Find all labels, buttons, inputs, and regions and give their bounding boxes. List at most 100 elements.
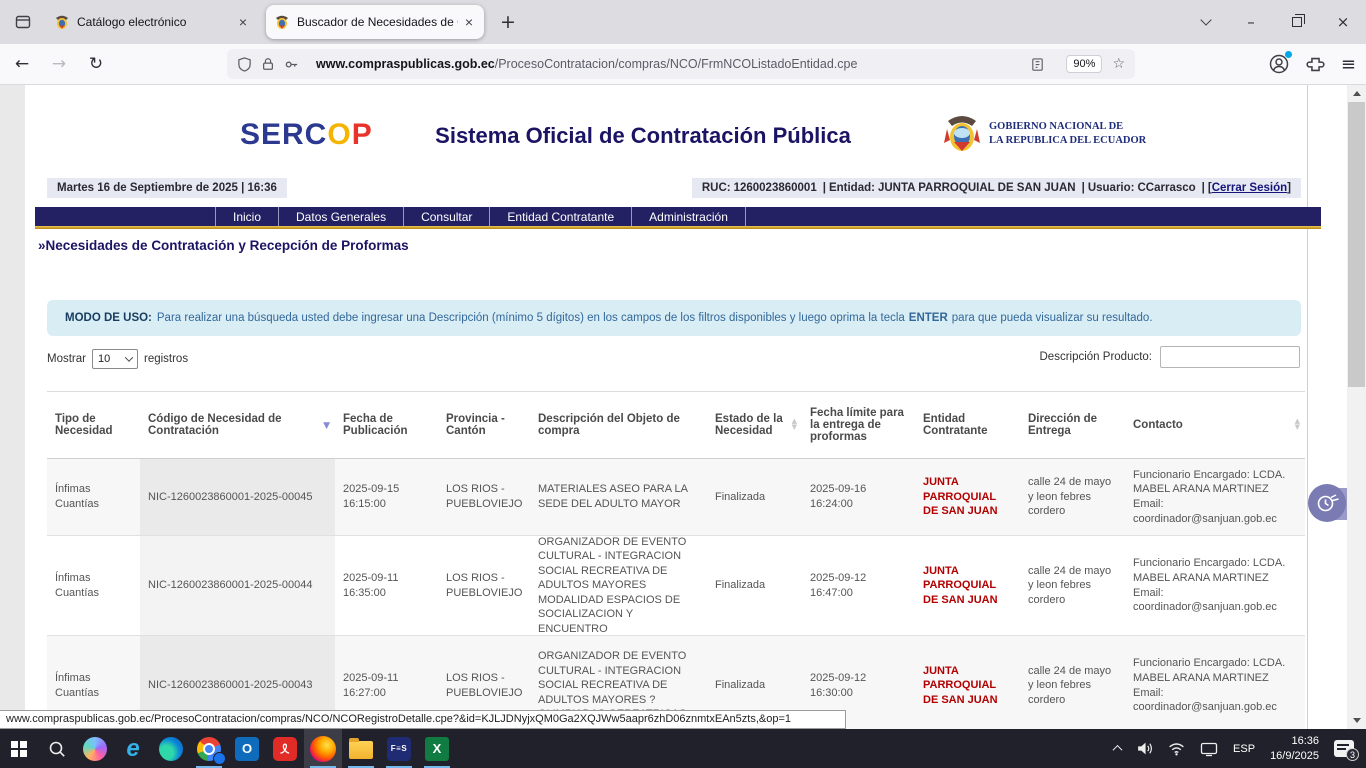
- col-header-fecha-publicacion: Fecha de Publicación: [335, 392, 438, 458]
- logout-link[interactable]: Cerrar Sesión: [1212, 182, 1287, 194]
- scroll-up-arrow-icon[interactable]: [1347, 85, 1366, 102]
- cell-direccion: calle 24 de mayo y leon febres cordero: [1020, 636, 1125, 729]
- firefox-icon: [310, 736, 336, 762]
- ruc-label: RUC:: [702, 182, 731, 194]
- usuario-value: CCarrasco: [1137, 182, 1195, 194]
- start-button[interactable]: [0, 729, 38, 768]
- tab-buscador-active[interactable]: Buscador de Necesidades de Co ×: [266, 5, 484, 39]
- tab-close-icon[interactable]: ×: [236, 14, 250, 30]
- ecuador-crest-favicon: [54, 14, 70, 30]
- speaker-icon[interactable]: [1136, 740, 1153, 757]
- separator: |: [1082, 182, 1085, 194]
- taskbar-internet-explorer-button[interactable]: e: [114, 729, 152, 768]
- cell-direccion: calle 24 de mayo y leon febres cordero: [1020, 536, 1125, 635]
- restore-icon: [1292, 17, 1302, 27]
- col-header-contacto[interactable]: Contacto ▲▼: [1125, 392, 1305, 458]
- system-tray: ESP 16:36 16/9/2025 3: [1114, 734, 1366, 763]
- taskbar-clock[interactable]: 16:36 16/9/2025: [1270, 734, 1319, 763]
- col-header-label: Estado de la Necesidad: [715, 413, 794, 437]
- scrollbar-thumb[interactable]: [1348, 102, 1365, 387]
- taskbar-edge-button[interactable]: [152, 729, 190, 768]
- menu-item-entidad-contratante[interactable]: Entidad Contratante: [490, 207, 632, 226]
- cell-descripcion: ORGANIZADOR DE EVENTO CULTURAL - INTEGRA…: [530, 536, 707, 635]
- account-icon[interactable]: [1268, 53, 1290, 75]
- menu-item-datos-generales[interactable]: Datos Generales: [279, 207, 404, 226]
- bracket: ]: [1287, 182, 1291, 194]
- window-close-button[interactable]: ×: [1320, 0, 1366, 44]
- screen-share-icon[interactable]: [1200, 741, 1218, 757]
- back-button[interactable]: ←: [7, 49, 37, 79]
- page-size-select[interactable]: 10: [92, 349, 138, 369]
- acrobat-icon: [273, 737, 297, 761]
- tab-catalogo[interactable]: Catálogo electrónico ×: [46, 5, 258, 39]
- usage-text1: Para realizar una búsqueda usted debe in…: [157, 312, 905, 324]
- url-path: /ProcesoContratacion/compras/NCO/FrmNCOL…: [495, 57, 858, 71]
- sort-both-icon: ▲▼: [1295, 418, 1300, 430]
- cell-entidad-link[interactable]: JUNTA PARROQUIAL DE SAN JUAN: [915, 636, 1020, 729]
- cell-contacto: Funcionario Encargado: LCDA. MABEL ARANA…: [1125, 459, 1305, 535]
- cell-entidad-link[interactable]: JUNTA PARROQUIAL DE SAN JUAN: [915, 536, 1020, 635]
- sort-both-icon: ▲▼: [792, 418, 797, 430]
- product-description-input[interactable]: [1160, 346, 1300, 368]
- search-icon: [47, 739, 67, 759]
- col-header-descripcion: Descripción del Objeto de compra: [530, 392, 707, 458]
- floating-timer-widget[interactable]: [1308, 484, 1346, 522]
- tab-close-icon[interactable]: ×: [462, 14, 476, 30]
- wifi-icon[interactable]: [1168, 740, 1185, 757]
- url-bar[interactable]: www.compraspublicas.gob.ec/ProcesoContra…: [227, 49, 1135, 79]
- gold-divider: [35, 226, 1321, 229]
- taskbar-copilot-button[interactable]: [76, 729, 114, 768]
- window-minimize-button[interactable]: –: [1228, 0, 1274, 44]
- reader-mode-icon[interactable]: [1030, 57, 1045, 72]
- site-title: Sistema Oficial de Contratación Pública: [428, 123, 858, 149]
- web-page: SERCOP Sistema Oficial de Contratación P…: [25, 85, 1347, 729]
- windows-taskbar: e O F≡S X ESP 16:36 16/9/2025 3: [0, 729, 1366, 768]
- usage-text2: para que pueda visualizar su resultado.: [952, 312, 1153, 324]
- menu-item-administracion[interactable]: Administración: [632, 207, 746, 226]
- col-header-estado[interactable]: Estado de la Necesidad ▲▼: [707, 392, 802, 458]
- lock-icon[interactable]: [261, 57, 275, 71]
- cell-fecha-publicacion: 2025-09-15 16:15:00: [335, 459, 438, 535]
- fes-app-icon: F≡S: [387, 737, 411, 761]
- datetime-bar: Martes 16 de Septiembre de 2025 | 16:36: [47, 178, 287, 198]
- hamburger-menu-icon[interactable]: ≡: [1341, 54, 1356, 75]
- account-notification-dot: [1285, 51, 1292, 58]
- saved-password-key-icon[interactable]: [284, 57, 299, 72]
- bookmark-star-icon[interactable]: ☆: [1112, 56, 1125, 72]
- tray-expand-chevron-icon[interactable]: [1113, 745, 1123, 755]
- taskbar-fes-app-button[interactable]: F≡S: [380, 729, 418, 768]
- menu-item-inicio[interactable]: Inicio: [215, 207, 279, 226]
- cell-tipo: Ínfimas Cuantías: [47, 536, 140, 635]
- list-all-tabs-chevron-icon[interactable]: [1200, 14, 1211, 25]
- col-header-entidad: Entidad Contratante: [915, 392, 1020, 458]
- page-scrollbar[interactable]: [1347, 85, 1366, 729]
- taskbar-search-button[interactable]: [38, 729, 76, 768]
- keyboard-language-indicator[interactable]: ESP: [1233, 743, 1255, 755]
- col-header-codigo[interactable]: Código de Necesidad de Contratación ▼: [140, 392, 335, 458]
- taskbar-file-explorer-button[interactable]: [342, 729, 380, 768]
- taskbar-acrobat-button[interactable]: [266, 729, 304, 768]
- window-restore-button[interactable]: [1274, 0, 1320, 44]
- cell-direccion: calle 24 de mayo y leon febres cordero: [1020, 459, 1125, 535]
- taskbar-excel-button[interactable]: X: [418, 729, 456, 768]
- new-tab-button[interactable]: +: [494, 11, 522, 33]
- reload-button[interactable]: ↻: [81, 49, 111, 79]
- separator: |: [823, 182, 826, 194]
- usage-enter: ENTER: [909, 312, 948, 324]
- cell-entidad-link[interactable]: JUNTA PARROQUIAL DE SAN JUAN: [915, 459, 1020, 535]
- taskbar-firefox-button[interactable]: [304, 729, 342, 768]
- cell-provincia: LOS RIOS - PUEBLOVIEJO: [438, 536, 530, 635]
- zoom-level-chip[interactable]: 90%: [1066, 55, 1102, 73]
- firefox-view-icon[interactable]: [8, 7, 38, 37]
- menu-item-consultar[interactable]: Consultar: [404, 207, 490, 226]
- taskbar-chrome-button[interactable]: [190, 729, 228, 768]
- extensions-puzzle-icon[interactable]: [1306, 55, 1325, 74]
- notification-center-icon[interactable]: 3: [1334, 740, 1354, 757]
- page-size-value: 10: [98, 353, 110, 365]
- taskbar-outlook-button[interactable]: O: [228, 729, 266, 768]
- scroll-down-arrow-icon[interactable]: [1347, 712, 1366, 729]
- forward-button[interactable]: →: [44, 49, 74, 79]
- usage-label: MODO DE USO:: [65, 312, 152, 324]
- cell-estado: Finalizada: [707, 536, 802, 635]
- ecuador-crest-favicon: [274, 14, 290, 30]
